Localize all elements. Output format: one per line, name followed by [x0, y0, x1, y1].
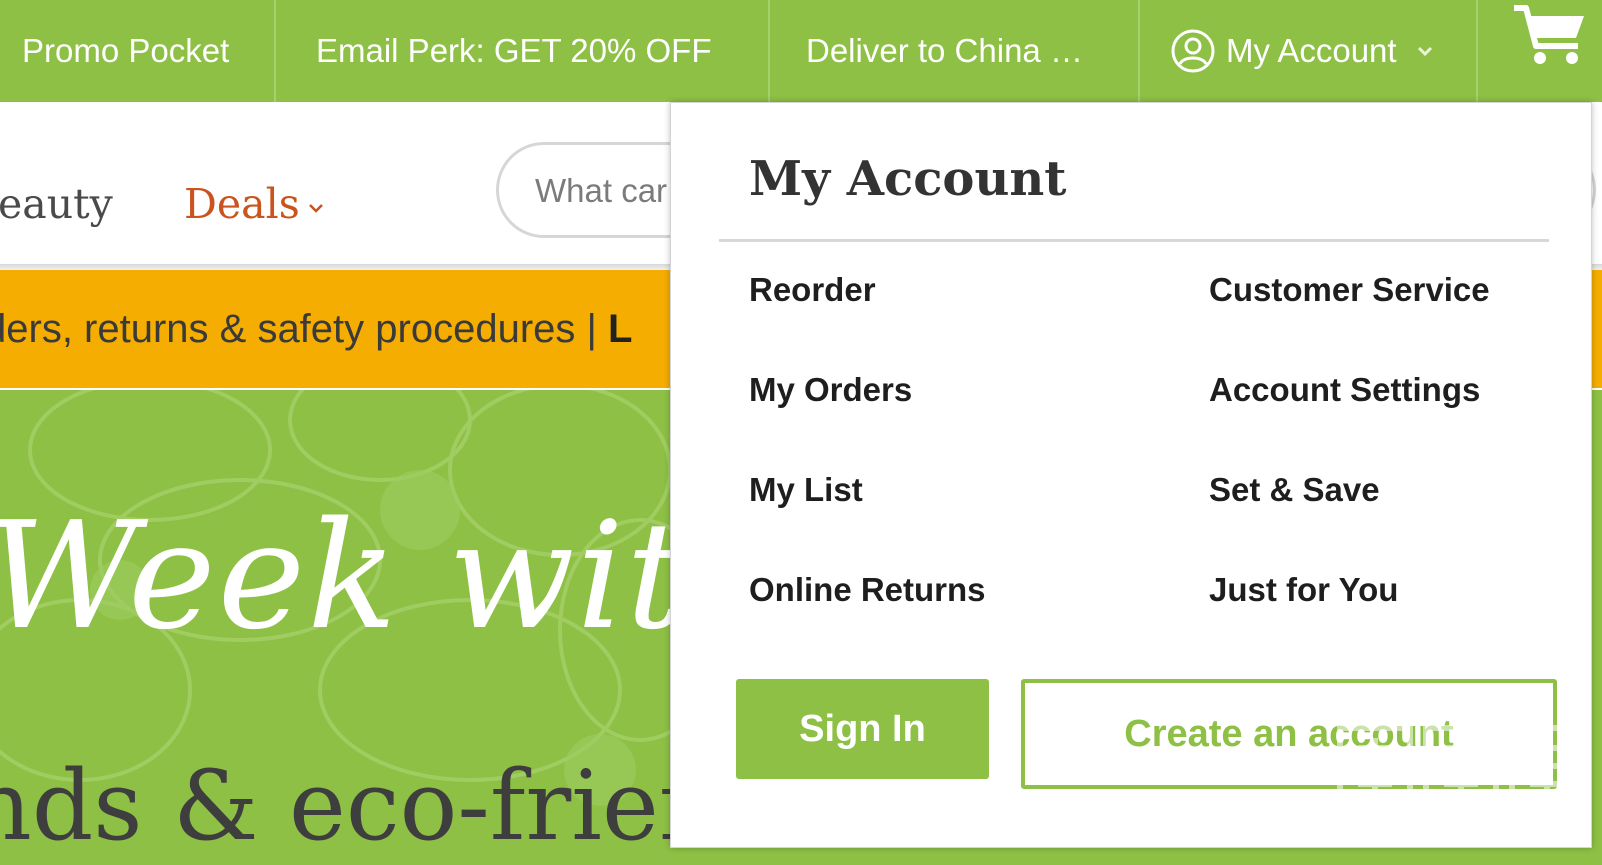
topbar-divider — [1138, 0, 1140, 102]
my-list-link[interactable]: My List — [749, 471, 863, 509]
watermark-text: zhizhizhi.com — [1336, 808, 1590, 852]
topbar-divider — [274, 0, 276, 102]
watermark-logo — [1337, 725, 1585, 801]
set-and-save-link[interactable]: Set & Save — [1209, 471, 1380, 509]
reorder-link[interactable]: Reorder — [749, 271, 876, 309]
just-for-you-link[interactable]: Just for You — [1209, 571, 1398, 609]
nav-beauty[interactable]: eauty — [0, 180, 113, 228]
top-bar: Promo Pocket Email Perk: GET 20% OFF Del… — [0, 0, 1602, 102]
deliver-to-link[interactable]: Deliver to China … — [806, 0, 1106, 102]
customer-service-link[interactable]: Customer Service — [1209, 271, 1490, 309]
shopping-cart-icon — [1514, 5, 1584, 64]
topbar-divider — [1476, 0, 1478, 102]
my-orders-link[interactable]: My Orders — [749, 371, 912, 409]
account-settings-link[interactable]: Account Settings — [1209, 371, 1480, 409]
nav-deals[interactable]: Deals — [184, 180, 326, 228]
email-perk-link[interactable]: Email Perk: GET 20% OFF — [316, 0, 711, 102]
notice-text: ders, returns & safety procedures | L — [0, 306, 633, 351]
topbar-divider — [768, 0, 770, 102]
cart-button[interactable] — [1512, 0, 1588, 70]
user-circle-icon — [1171, 29, 1215, 73]
dropdown-title: My Account — [749, 151, 1067, 207]
promo-pocket-link[interactable]: Promo Pocket — [22, 0, 229, 102]
online-returns-link[interactable]: Online Returns — [749, 571, 986, 609]
nav-deals-label: Deals — [184, 180, 300, 228]
hero-subtitle: nds & eco-frien — [0, 750, 721, 862]
sign-in-button[interactable]: Sign In — [736, 679, 989, 779]
dropdown-divider — [719, 239, 1549, 242]
chevron-down-icon — [308, 204, 323, 213]
my-account-label: My Account — [1226, 32, 1397, 69]
my-account-menu[interactable]: My Account — [1170, 0, 1435, 102]
chevron-down-icon — [1417, 46, 1432, 57]
